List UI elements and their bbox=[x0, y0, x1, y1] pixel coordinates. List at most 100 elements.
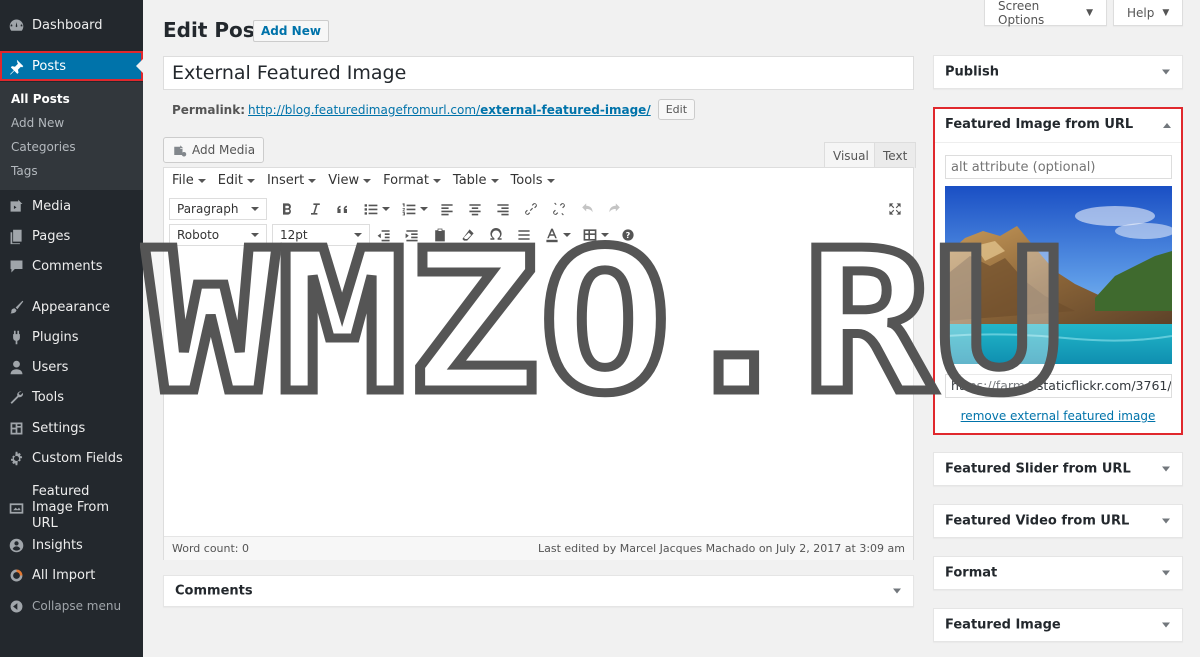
add-media-button[interactable]: Add Media bbox=[163, 137, 265, 163]
sidebar-item-settings[interactable]: Settings bbox=[0, 413, 143, 443]
post-title-input[interactable] bbox=[163, 56, 914, 90]
sidebar-item-users[interactable]: Users bbox=[0, 352, 143, 382]
bullet-list-button[interactable] bbox=[357, 197, 395, 221]
special-character-button[interactable] bbox=[482, 223, 510, 247]
sidebar-item-insights[interactable]: Insights bbox=[0, 530, 143, 560]
menu-insert[interactable]: Insert bbox=[267, 173, 317, 188]
format-metabox[interactable]: Format bbox=[933, 556, 1183, 590]
toggle-arrow-icon[interactable] bbox=[1162, 570, 1170, 576]
sidebar-item-custom-fields[interactable]: Custom Fields bbox=[0, 443, 143, 473]
sidebar-item-all-import[interactable]: All Import bbox=[0, 560, 143, 590]
font-family-select[interactable]: Roboto bbox=[169, 224, 267, 246]
edit-slug-button[interactable]: Edit bbox=[657, 99, 696, 120]
menu-file[interactable]: File bbox=[172, 173, 206, 188]
sidebar-item-pages[interactable]: Pages bbox=[0, 221, 143, 251]
quote-icon bbox=[337, 205, 347, 213]
tab-visual[interactable]: Visual bbox=[824, 142, 878, 168]
remove-external-image-link[interactable]: remove external featured image bbox=[935, 409, 1181, 423]
align-center-button[interactable] bbox=[461, 197, 489, 221]
sidebar-item-plugins[interactable]: Plugins bbox=[0, 322, 143, 352]
fullscreen-icon bbox=[889, 203, 901, 215]
featured-video-metabox[interactable]: Featured Video from URL bbox=[933, 504, 1183, 538]
remove-link-button[interactable] bbox=[545, 197, 573, 221]
redo-button[interactable] bbox=[601, 197, 629, 221]
table-icon bbox=[583, 229, 596, 241]
align-left-button[interactable] bbox=[433, 197, 461, 221]
sidebar-item-comments[interactable]: Comments bbox=[0, 251, 143, 281]
collapse-menu-label: Collapse menu bbox=[32, 599, 122, 613]
editor-toolbar-2: Roboto 12pt ? bbox=[164, 222, 913, 248]
fullscreen-button[interactable] bbox=[881, 197, 909, 221]
redo-icon bbox=[609, 203, 620, 213]
sidebar-item-label: Media bbox=[32, 198, 72, 214]
menu-edit[interactable]: Edit bbox=[218, 173, 255, 188]
tab-text[interactable]: Text bbox=[874, 142, 917, 168]
help-button[interactable]: Help ▼ bbox=[1113, 0, 1183, 26]
user-icon bbox=[0, 359, 32, 376]
menu-view[interactable]: View bbox=[328, 173, 372, 188]
submenu-categories[interactable]: Categories bbox=[11, 140, 76, 154]
sidebar-item-featured-image-from-url[interactable]: Featured Image From URL bbox=[0, 484, 143, 531]
caret-down-icon bbox=[562, 233, 571, 237]
table-button[interactable] bbox=[576, 223, 614, 247]
numbered-list-button[interactable] bbox=[395, 197, 433, 221]
paintbrush-icon bbox=[0, 299, 32, 316]
settings-icon bbox=[0, 420, 32, 437]
text-color-button[interactable] bbox=[538, 223, 576, 247]
toggle-arrow-icon[interactable] bbox=[893, 588, 901, 594]
featured-slider-metabox[interactable]: Featured Slider from URL bbox=[933, 452, 1183, 486]
indent-button[interactable] bbox=[398, 223, 426, 247]
toggle-arrow-icon[interactable] bbox=[1163, 123, 1171, 128]
sidebar-item-posts[interactable]: Posts bbox=[0, 51, 143, 81]
sidebar-item-label: Dashboard bbox=[32, 17, 103, 33]
sidebar-item-label: Insights bbox=[32, 537, 83, 553]
sidebar-item-appearance[interactable]: Appearance bbox=[0, 292, 143, 322]
horizontal-line-button[interactable] bbox=[510, 223, 538, 247]
screen-options-button[interactable]: Screen Options ▼ bbox=[984, 0, 1107, 27]
clear-formatting-button[interactable] bbox=[454, 223, 482, 247]
dashboard-icon bbox=[0, 17, 32, 34]
menu-tools[interactable]: Tools bbox=[511, 173, 555, 188]
collapse-menu-button[interactable]: Collapse menu bbox=[0, 591, 143, 621]
align-right-button[interactable] bbox=[489, 197, 517, 221]
font-size-select[interactable]: 12pt bbox=[272, 224, 370, 246]
metabox-title: Comments bbox=[175, 583, 253, 599]
keyboard-shortcuts-button[interactable]: ? bbox=[614, 223, 642, 247]
undo-button[interactable] bbox=[573, 197, 601, 221]
paste-text-button[interactable] bbox=[426, 223, 454, 247]
alt-attribute-input[interactable] bbox=[945, 155, 1172, 179]
permalink-link[interactable]: http://blog.featuredimagefromurl.com/ext… bbox=[248, 103, 651, 117]
sidebar-item-tools[interactable]: Tools bbox=[0, 382, 143, 412]
pushpin-icon bbox=[0, 58, 32, 75]
clipboard-icon bbox=[435, 228, 445, 242]
pages-icon bbox=[0, 228, 32, 245]
metabox-title: Publish bbox=[945, 64, 999, 80]
italic-button[interactable] bbox=[301, 197, 329, 221]
block-format-value: Paragraph bbox=[177, 202, 239, 216]
submenu-add-new[interactable]: Add New bbox=[11, 116, 64, 130]
toggle-arrow-icon[interactable] bbox=[1162, 518, 1170, 524]
comments-metabox[interactable]: Comments bbox=[163, 575, 914, 607]
toggle-arrow-icon[interactable] bbox=[1162, 69, 1170, 75]
blockquote-button[interactable] bbox=[329, 197, 357, 221]
caret-down-icon bbox=[308, 178, 317, 183]
submenu-all-posts[interactable]: All Posts bbox=[11, 92, 70, 106]
bold-button[interactable] bbox=[273, 197, 301, 221]
sidebar-item-media[interactable]: Media bbox=[0, 191, 143, 221]
eraser-icon bbox=[462, 229, 474, 241]
publish-metabox[interactable]: Publish bbox=[933, 55, 1183, 89]
sidebar-item-label: Custom Fields bbox=[32, 450, 123, 466]
toggle-arrow-icon[interactable] bbox=[1162, 466, 1170, 472]
submenu-tags[interactable]: Tags bbox=[11, 164, 38, 178]
add-new-button[interactable]: Add New bbox=[253, 20, 329, 42]
featured-image-metabox[interactable]: Featured Image bbox=[933, 608, 1183, 642]
toggle-arrow-icon[interactable] bbox=[1162, 622, 1170, 628]
menu-table[interactable]: Table bbox=[453, 173, 499, 188]
insert-link-button[interactable] bbox=[517, 197, 545, 221]
block-format-select[interactable]: Paragraph bbox=[169, 198, 267, 220]
menu-format[interactable]: Format bbox=[383, 173, 441, 188]
sidebar-item-dashboard[interactable]: Dashboard bbox=[0, 10, 143, 40]
image-url-input[interactable]: https://farm4.staticflickr.com/3761/99 bbox=[945, 374, 1172, 398]
menu-label: View bbox=[328, 173, 360, 188]
outdent-button[interactable] bbox=[370, 223, 398, 247]
